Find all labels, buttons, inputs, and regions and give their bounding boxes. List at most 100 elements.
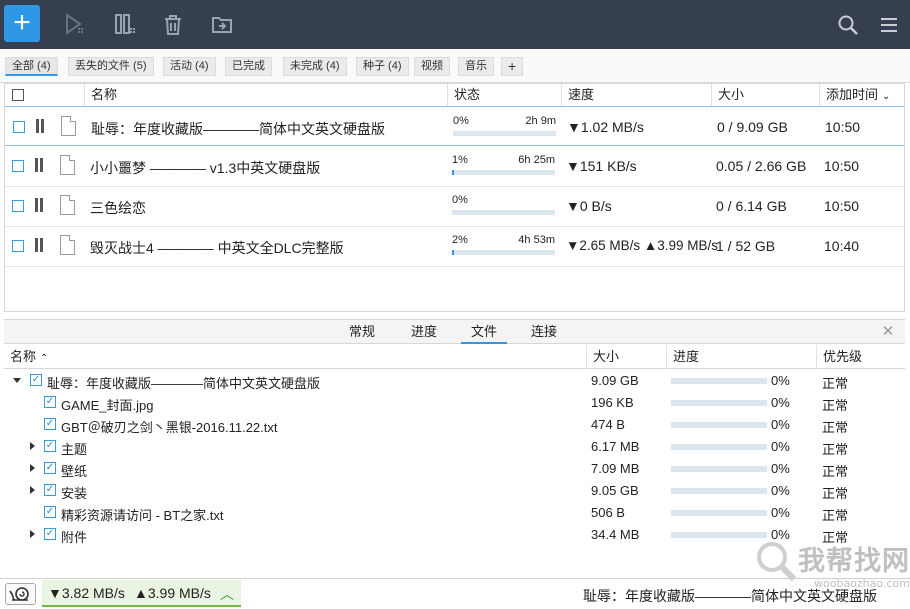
filter-completed[interactable]: 已完成: [225, 57, 272, 76]
file-row[interactable]: ✓ 耻辱：年度收藏版————简体中文英文硬盘版 9.09 GB 0% 正常: [4, 370, 905, 392]
pause-button[interactable]: [110, 0, 140, 49]
file-priority[interactable]: 正常: [822, 417, 848, 436]
file-checkbox[interactable]: ✓: [44, 418, 56, 430]
torrent-added: 10:50: [825, 119, 861, 135]
pause-icon[interactable]: [34, 198, 44, 212]
file-checkbox[interactable]: ✓: [30, 374, 42, 386]
row-checkbox[interactable]: [12, 160, 24, 172]
file-priority[interactable]: 正常: [822, 505, 848, 524]
file-icon: [61, 116, 76, 136]
filter-all[interactable]: 全部 (4): [5, 57, 58, 76]
file-checkbox[interactable]: ✓: [44, 528, 56, 540]
torrent-eta: 4h 53m: [518, 234, 555, 246]
filter-incomplete[interactable]: 未完成 (4): [283, 57, 347, 76]
col-status[interactable]: 状态: [447, 83, 561, 106]
row-checkbox[interactable]: [12, 200, 24, 212]
caret-right-icon[interactable]: [30, 530, 35, 538]
torrent-percent: 0%: [453, 115, 469, 127]
caret-right-icon[interactable]: [30, 486, 35, 494]
filter-video[interactable]: 视频: [414, 57, 450, 76]
close-icon[interactable]: ✕: [876, 320, 900, 344]
file-priority[interactable]: 正常: [822, 395, 848, 414]
torrent-size: 0 / 6.14 GB: [716, 198, 787, 214]
col-added[interactable]: 添加时间 ⌄: [819, 83, 905, 106]
filter-torrents[interactable]: 种子 (4): [356, 57, 409, 76]
file-row[interactable]: ✓ 安装 9.05 GB 0% 正常: [4, 480, 905, 502]
filter-missing[interactable]: 丢失的文件 (5): [68, 57, 154, 76]
open-folder-button[interactable]: [207, 0, 237, 49]
add-torrent-button[interactable]: +: [4, 5, 40, 42]
tab-connections[interactable]: 连接: [516, 320, 572, 344]
torrent-row[interactable]: 三色绘恋 0% ▼0 B/s 0 / 6.14 GB 10:50: [4, 187, 905, 227]
file-priority[interactable]: 正常: [822, 483, 848, 502]
file-percent: 0%: [771, 505, 790, 520]
file-progress-bar: [671, 400, 767, 406]
file-checkbox[interactable]: ✓: [44, 396, 56, 408]
files-col-progress[interactable]: 进度: [666, 345, 816, 369]
filter-bar: 全部 (4) 丢失的文件 (5) 活动 (4) 已完成 未完成 (4) 种子 (…: [0, 49, 910, 83]
files-col-size[interactable]: 大小: [586, 345, 666, 369]
search-button[interactable]: [833, 0, 863, 49]
caret-down-icon[interactable]: [13, 378, 21, 383]
torrent-table-header: 名称 状态 速度 大小 添加时间 ⌄: [4, 83, 905, 107]
file-priority[interactable]: 正常: [822, 439, 848, 458]
file-checkbox[interactable]: ✓: [44, 484, 56, 496]
file-percent: 0%: [771, 483, 790, 498]
pause-icon[interactable]: [34, 158, 44, 172]
filter-active[interactable]: 活动 (4): [163, 57, 216, 76]
file-row[interactable]: ✓ GAME_封面.jpg 196 KB 0% 正常: [4, 392, 905, 414]
file-checkbox[interactable]: ✓: [44, 462, 56, 474]
snail-icon: [9, 587, 29, 601]
tab-progress[interactable]: 进度: [396, 320, 452, 344]
row-checkbox[interactable]: [12, 240, 24, 252]
caret-right-icon[interactable]: [30, 442, 35, 450]
files-col-name[interactable]: 名称 ⌃: [4, 345, 586, 369]
torrent-size: 0 / 9.09 GB: [717, 119, 788, 135]
file-progress-bar: [671, 378, 767, 384]
status-selected-name: 耻辱：年度收藏版————简体中文英文硬盘版: [583, 588, 877, 604]
torrent-row[interactable]: 毁灭战士4 ———— 中英文全DLC完整版 2% 4h 53m ▼2.65 MB…: [4, 227, 905, 267]
file-name: 壁纸: [61, 464, 88, 479]
file-row[interactable]: ✓ 精彩资源请访问 - BT之家.txt 506 B 0% 正常: [4, 502, 905, 524]
torrent-percent: 1%: [452, 154, 468, 166]
filter-music[interactable]: 音乐: [458, 57, 494, 76]
col-name[interactable]: 名称: [84, 83, 448, 106]
file-row[interactable]: ✓ GBT＠破刃之剑丶黑银-2016.11.22.txt 474 B 0% 正常: [4, 414, 905, 436]
torrent-row[interactable]: 小小噩梦 ———— v1.3中英文硬盘版 1% 6h 25m ▼151 KB/s…: [4, 147, 905, 187]
file-priority[interactable]: 正常: [822, 373, 848, 392]
file-priority[interactable]: 正常: [822, 527, 848, 546]
tab-general[interactable]: 常规: [334, 320, 390, 344]
torrent-size: 0.05 / 2.66 GB: [716, 158, 807, 174]
pause-icon[interactable]: [35, 119, 45, 133]
main-toolbar: +: [0, 0, 910, 49]
torrent-name: 耻辱：年度收藏版————简体中文英文硬盘版: [91, 121, 385, 137]
torrent-row[interactable]: 耻辱：年度收藏版————简体中文英文硬盘版 0% 2h 9m ▼1.02 MB/…: [4, 106, 905, 146]
select-all-checkbox[interactable]: [12, 89, 24, 101]
file-priority[interactable]: 正常: [822, 461, 848, 480]
speed-indicator[interactable]: ▼3.82 MB/s ▲3.99 MB/s ︿: [42, 580, 241, 607]
file-row[interactable]: ✓ 附件 34.4 MB 0% 正常: [4, 524, 905, 546]
row-checkbox[interactable]: [13, 121, 25, 133]
files-col-priority[interactable]: 优先级: [816, 345, 905, 369]
torrent-speed: ▼2.65 MB/s ▲3.99 MB/s: [566, 238, 719, 253]
delete-button[interactable]: [158, 0, 188, 49]
file-name: GAME_封面.jpg: [61, 398, 154, 413]
file-progress-bar: [671, 510, 767, 516]
col-speed[interactable]: 速度: [561, 83, 711, 106]
pause-icon[interactable]: [34, 238, 44, 252]
col-added-label: 添加时间: [826, 87, 879, 102]
file-checkbox[interactable]: ✓: [44, 506, 56, 518]
menu-button[interactable]: [874, 0, 904, 49]
file-row[interactable]: ✓ 壁纸 7.09 MB 0% 正常: [4, 458, 905, 480]
col-size[interactable]: 大小: [711, 83, 819, 106]
turtle-mode-button[interactable]: [5, 583, 36, 605]
file-checkbox[interactable]: ✓: [44, 440, 56, 452]
start-button[interactable]: [60, 0, 90, 49]
caret-right-icon[interactable]: [30, 464, 35, 472]
file-row[interactable]: ✓ 主题 6.17 MB 0% 正常: [4, 436, 905, 458]
search-icon: [838, 15, 858, 35]
sort-asc-icon: ⌃: [40, 353, 49, 364]
tab-files[interactable]: 文件: [461, 320, 507, 344]
torrent-name: 三色绘恋: [90, 200, 146, 216]
add-filter-button[interactable]: +: [501, 57, 524, 76]
